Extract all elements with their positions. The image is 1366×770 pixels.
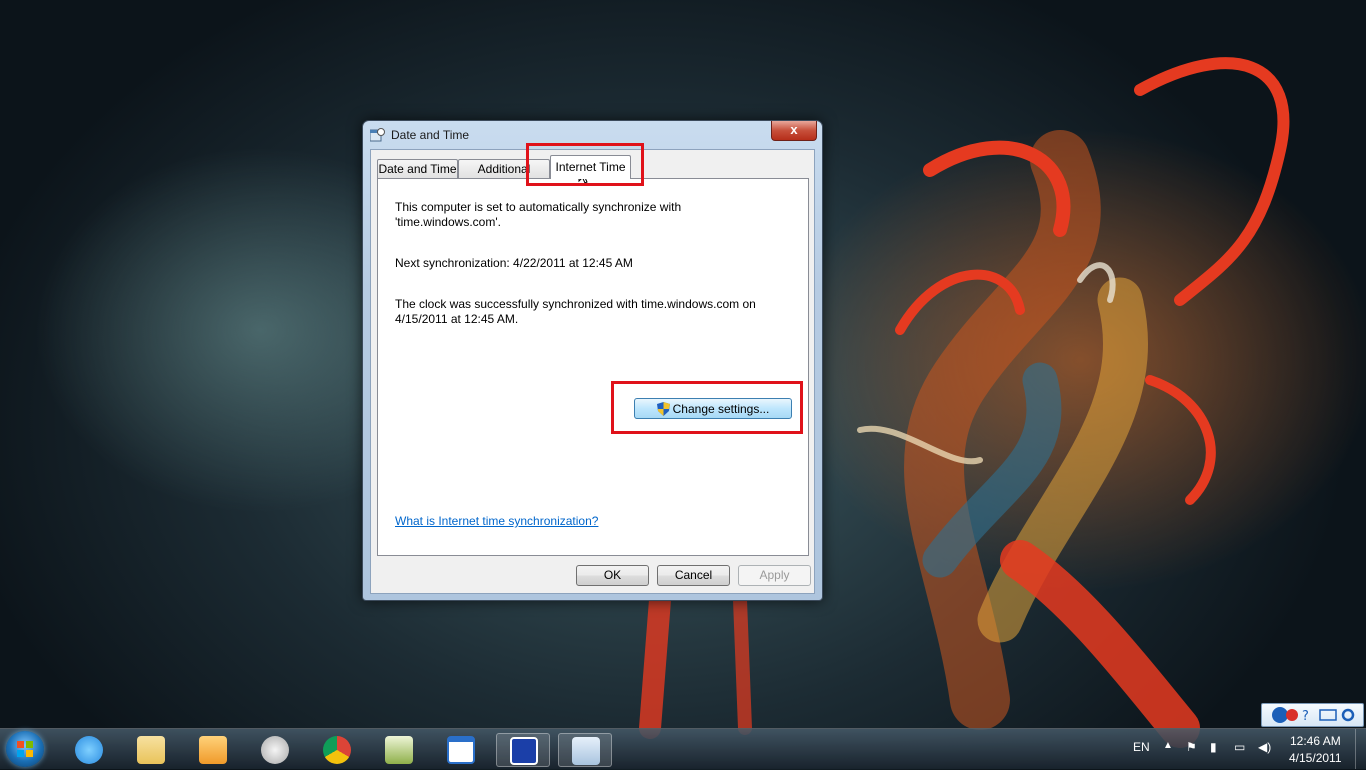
taskbar-windows-explorer[interactable] — [124, 733, 178, 767]
date-time-icon — [370, 128, 385, 142]
sync-description-line2: 'time.windows.com'. — [395, 215, 501, 229]
action-center-flag-icon[interactable]: ⚑ — [1186, 740, 1197, 754]
volume-icon[interactable]: ◀) — [1258, 740, 1271, 754]
window-icon — [447, 736, 475, 764]
close-button[interactable]: x — [771, 121, 817, 141]
taskbar-remote-desktop[interactable] — [496, 733, 550, 767]
clock-icon — [261, 736, 289, 764]
cancel-button[interactable]: Cancel — [657, 565, 730, 586]
clock-date[interactable]: 4/15/2011 — [1289, 751, 1342, 765]
taskbar-chrome[interactable] — [310, 733, 364, 767]
tab-label: Internet Time — [555, 160, 626, 174]
dialog-client-area: Date and Time Additional Clocks Internet… — [370, 149, 815, 594]
chrome-icon — [323, 736, 351, 764]
media-player-icon — [199, 736, 227, 764]
internet-time-help-link[interactable]: What is Internet time synchronization? — [395, 514, 598, 528]
taskbar-media-player[interactable] — [186, 733, 240, 767]
remote-desktop-icon — [510, 737, 538, 765]
device-icon[interactable]: ▮ — [1210, 740, 1217, 754]
taskbar-clock-app[interactable] — [248, 733, 302, 767]
language-indicator[interactable]: EN — [1133, 740, 1150, 754]
taskbar-blank-window[interactable] — [434, 733, 488, 767]
internet-explorer-icon — [75, 736, 103, 764]
windows-logo-icon — [17, 741, 33, 757]
tab-internet-time[interactable]: Internet Time — [550, 155, 631, 179]
start-button[interactable] — [6, 731, 44, 767]
folder-icon — [137, 736, 165, 764]
date-and-time-dialog: Date and Time x Date and Time Additional… — [362, 120, 823, 601]
dialog-title: Date and Time — [391, 128, 470, 142]
calendar-clock-icon — [572, 737, 600, 765]
language-bar[interactable]: ? — [1261, 703, 1364, 727]
sync-status-line1: The clock was successfully synchronized … — [395, 297, 756, 311]
tab-label: Date and Time — [378, 162, 457, 176]
internet-time-panel: This computer is set to automatically sy… — [377, 178, 809, 556]
clock-time[interactable]: 12:46 AM — [1290, 734, 1341, 748]
sync-status-line2: 4/15/2011 at 12:45 AM. — [395, 312, 519, 326]
network-icon[interactable]: ▭ — [1234, 740, 1245, 754]
next-synchronization: Next synchronization: 4/22/2011 at 12:45… — [395, 256, 633, 270]
taskbar-date-time-control-panel[interactable] — [558, 733, 612, 767]
taskbar-internet-explorer[interactable] — [62, 733, 116, 767]
taskbar: EN ▲ ⚑ ▮ ▭ ◀) 12:46 AM 4/15/2011 — [0, 728, 1366, 769]
tab-date-and-time[interactable]: Date and Time — [377, 159, 458, 179]
taskbar-notepad-edit[interactable] — [372, 733, 426, 767]
svg-text:?: ? — [1302, 709, 1309, 724]
close-icon: x — [790, 122, 798, 137]
show-desktop-button[interactable] — [1355, 729, 1366, 769]
ok-button[interactable]: OK — [576, 565, 649, 586]
highlight-change-settings-button — [611, 381, 803, 434]
edit-document-icon — [385, 736, 413, 764]
sync-description-line1: This computer is set to automatically sy… — [395, 200, 682, 214]
show-hidden-icons-icon[interactable]: ▲ — [1163, 740, 1173, 751]
apply-button[interactable]: Apply — [738, 565, 811, 586]
ime-toolbar-icons: ? — [1272, 707, 1355, 724]
